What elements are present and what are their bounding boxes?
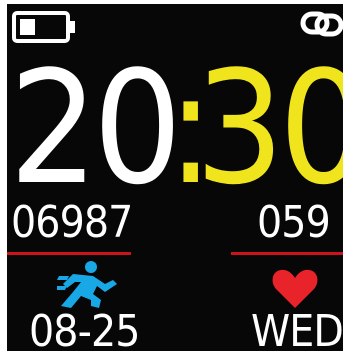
divider-left [7, 252, 131, 255]
date-label: 08-25 [29, 306, 140, 352]
heart-icon [271, 268, 319, 310]
step-count: 06987 [11, 197, 133, 248]
link-icon [300, 10, 343, 38]
runner-icon [57, 260, 121, 312]
divider-right [231, 252, 343, 255]
weekday-label: WED [251, 306, 343, 352]
watch-face: 20 : 30 06987 059 08-25 WED [7, 4, 343, 351]
heart-rate-value: 059 [257, 197, 331, 248]
time-hour: 20 [9, 37, 182, 219]
time-minute: 30 [195, 37, 343, 219]
